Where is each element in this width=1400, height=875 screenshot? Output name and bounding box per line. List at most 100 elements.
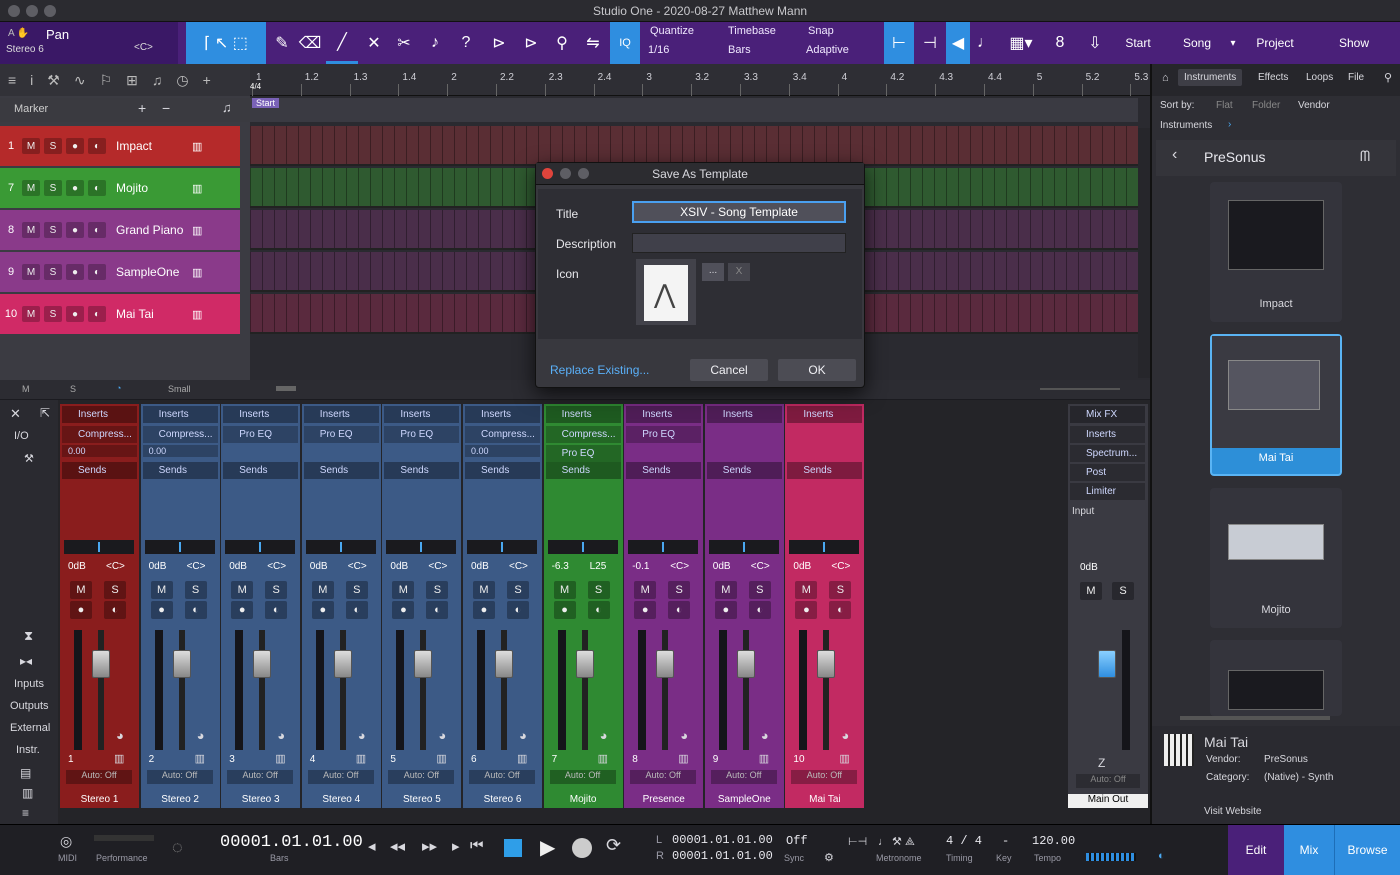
info-icon[interactable]: i — [30, 72, 33, 88]
volume-fader[interactable] — [253, 650, 272, 678]
volume-value[interactable]: -0.1 — [632, 561, 649, 572]
mute-button[interactable]: M — [231, 581, 254, 599]
pan-knob-icon[interactable]: ◕ — [761, 728, 769, 743]
monitor-icon[interactable]: ◐ — [587, 601, 610, 619]
automation-mode[interactable]: Auto: Off — [630, 770, 697, 784]
pencil-tool-icon[interactable]: ✎ — [268, 22, 296, 64]
instr-button[interactable]: Instr. — [16, 744, 40, 756]
monitor-icon[interactable]: ◐ — [184, 601, 207, 619]
zoom-slider[interactable] — [1040, 388, 1120, 390]
instrument-icon[interactable]: ▥ — [436, 752, 446, 765]
add-marker-icon[interactable]: + — [138, 100, 146, 116]
insert-plugin[interactable]: Compress... — [142, 426, 218, 443]
channel-name[interactable]: Mojito — [544, 794, 623, 808]
start-marker[interactable]: Start — [252, 98, 280, 108]
instrument-icon[interactable]: ▥ — [192, 182, 202, 195]
instrument-icon[interactable]: ▥ — [192, 308, 202, 321]
mute-tool-icon[interactable]: ✕ — [360, 22, 388, 64]
nav-song[interactable]: Song — [1172, 22, 1222, 64]
pan-knob-icon[interactable]: ◕ — [519, 728, 527, 743]
help-icon[interactable]: ? — [452, 22, 480, 64]
pan-slider[interactable] — [467, 540, 537, 554]
solo-button[interactable]: S — [426, 581, 449, 599]
channel-info[interactable]: A ✋ Pan Stereo 6 <C> — [0, 22, 178, 64]
insert-plugin[interactable]: Compress... — [545, 426, 621, 443]
instrument-card-impact[interactable]: Impact — [1210, 182, 1342, 322]
channel-name[interactable]: Stereo 4 — [302, 794, 381, 808]
collapse-icon[interactable]: ⧗ — [24, 628, 33, 644]
inserts-header[interactable]: Inserts — [706, 406, 782, 423]
solo-button[interactable]: S — [44, 138, 62, 154]
zoom-icon[interactable]: ⚲ — [548, 22, 576, 64]
icon-browse-button[interactable]: ... — [702, 263, 724, 281]
note-icon[interactable]: ♫ — [222, 100, 232, 115]
volume-value[interactable]: -6.3 — [552, 561, 569, 572]
clock-icon[interactable]: ◷ — [176, 72, 188, 89]
mute-button[interactable]: M — [553, 581, 576, 599]
record-arm-icon[interactable]: ● — [70, 601, 92, 619]
close-mixer-icon[interactable]: ✕ — [10, 406, 21, 422]
record-panel-icon[interactable]: 8 — [1046, 22, 1074, 64]
solo-button[interactable]: S — [668, 581, 691, 599]
monitor-icon[interactable]: ◐ — [426, 601, 449, 619]
insert-plugin[interactable]: Pro EQ — [626, 426, 702, 443]
main-mute[interactable]: M — [1080, 582, 1102, 600]
timeline-ruler[interactable]: 1 1.2 1.3 1.4 2 2.2 2.3 2.4 3 3.2 3.3 3.4 4 4.2 4.3 4.4… — [250, 64, 1150, 96]
channel-name[interactable]: Presence — [624, 794, 703, 808]
list-icon[interactable]: ≡ — [8, 72, 16, 88]
inserts-header[interactable]: Inserts — [545, 406, 621, 423]
listen-tool-icon[interactable]: ♪ — [420, 22, 450, 64]
midi-icon[interactable]: ◎ — [60, 833, 72, 850]
home-icon[interactable]: ⌂ — [1162, 72, 1169, 84]
sends-header[interactable]: Sends — [303, 462, 379, 479]
channel-name[interactable]: Stereo 5 — [382, 794, 461, 808]
grid-view-icon[interactable]: ▦▾ — [1000, 22, 1042, 64]
track-header[interactable]: 9 M S ● ◐ SampleOne ▥ — [0, 252, 240, 292]
sends-header[interactable]: Sends — [706, 462, 782, 479]
search-icon[interactable]: ⚲ — [1384, 71, 1392, 84]
monitor-icon[interactable]: ◐ — [668, 601, 691, 619]
rewind-start-icon[interactable]: ◂ — [368, 837, 376, 855]
main-inserts[interactable]: Inserts — [1070, 426, 1145, 443]
footer-mute[interactable]: M — [22, 384, 30, 394]
sends-header[interactable]: Sends — [545, 462, 621, 479]
instrument-icon[interactable]: ▥ — [356, 752, 366, 765]
external-button[interactable]: External — [10, 722, 50, 734]
stop-icon[interactable] — [504, 839, 522, 857]
pan-value[interactable]: <C> — [670, 561, 689, 572]
track-size[interactable]: Small — [168, 384, 191, 394]
monitor-icon[interactable]: ◐ — [265, 601, 288, 619]
track-name[interactable]: Impact — [116, 139, 186, 153]
instrument-icon[interactable]: ▥ — [114, 752, 124, 765]
tracks-icon[interactable]: ⊞ — [126, 72, 138, 89]
forward-icon[interactable]: ▸▸ — [422, 837, 437, 855]
instrument-icon[interactable]: ▥ — [192, 224, 202, 237]
channel-name[interactable]: SampleOne — [705, 794, 784, 808]
main-volume[interactable]: 0dB — [1080, 562, 1098, 573]
inspector-icon[interactable]: ◀ — [946, 22, 970, 64]
footer-solo[interactable]: S — [70, 384, 76, 394]
monitor-icon[interactable]: ◐ — [88, 222, 106, 238]
record-arm-icon[interactable]: ● — [66, 264, 84, 280]
pan-knob-icon[interactable]: ◕ — [600, 728, 608, 743]
plugin-value[interactable]: 0.00 — [62, 445, 137, 457]
tab-loops[interactable]: Loops — [1306, 72, 1333, 83]
record-arm-icon[interactable]: ● — [473, 601, 495, 619]
volume-fader[interactable] — [817, 650, 836, 678]
solo-button[interactable]: S — [184, 581, 207, 599]
monitor-icon[interactable]: ◐ — [748, 601, 771, 619]
solo-button[interactable]: S — [345, 581, 368, 599]
monitor-icon[interactable]: ◐ — [345, 601, 368, 619]
cursor-follows-icon[interactable]: ⊣ — [916, 22, 944, 64]
automation-mode[interactable]: Auto: Off — [227, 770, 294, 784]
channel-name[interactable]: Mai Tai — [785, 794, 864, 808]
volume-value[interactable]: 0dB — [229, 561, 247, 572]
pan-value[interactable]: <C> — [187, 561, 206, 572]
meter-icon[interactable]: ▥ — [22, 786, 33, 800]
volume-value[interactable]: 0dB — [713, 561, 731, 572]
horizontal-scrollbar[interactable] — [276, 386, 296, 391]
snap-toggle-icon[interactable]: ⊢ — [884, 22, 914, 64]
inserts-header[interactable]: Inserts — [626, 406, 702, 423]
arrow-tool-icon[interactable]: ↖ — [215, 33, 228, 53]
volume-fader[interactable] — [92, 650, 110, 678]
